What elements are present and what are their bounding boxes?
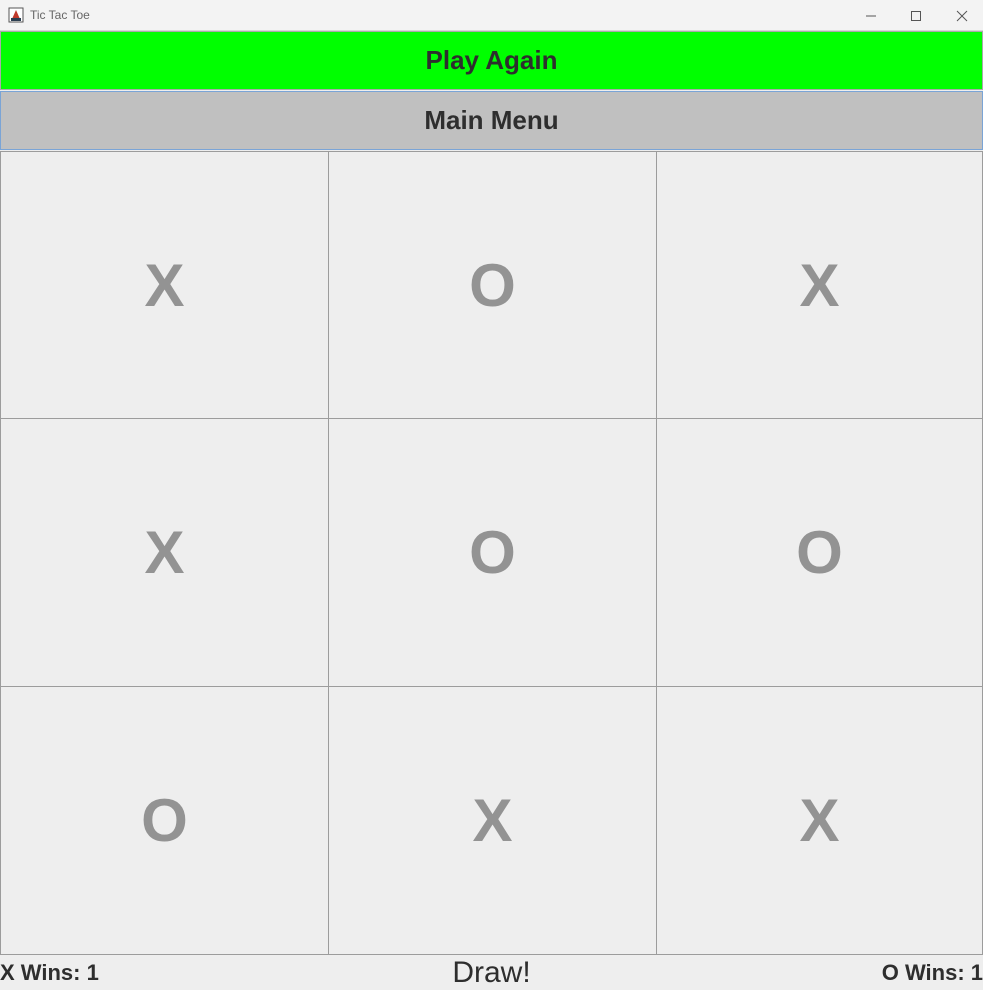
board-cell[interactable]: O: [328, 151, 657, 419]
board-cell[interactable]: X: [0, 418, 329, 687]
minimize-button[interactable]: [848, 0, 894, 31]
board-cell[interactable]: O: [0, 686, 329, 955]
status-bar: X Wins: 1 Draw! O Wins: 1: [0, 955, 983, 990]
title-bar: Tic Tac Toe: [0, 0, 983, 31]
board-cell[interactable]: X: [656, 686, 983, 955]
board-cell[interactable]: X: [0, 151, 329, 419]
maximize-icon: [911, 10, 921, 21]
java-app-icon: [8, 7, 24, 23]
o-wins-label: O Wins: 1: [881, 960, 983, 985]
board-cell[interactable]: X: [328, 686, 657, 955]
board-cell[interactable]: X: [656, 151, 983, 419]
main-menu-button[interactable]: Main Menu: [0, 91, 983, 150]
maximize-button[interactable]: [893, 0, 939, 31]
board-cell[interactable]: O: [656, 418, 983, 687]
play-again-button[interactable]: Play Again: [0, 31, 983, 90]
close-icon: [956, 10, 968, 21]
window-title: Tic Tac Toe: [30, 8, 90, 22]
game-board: X O X X O O O X X: [0, 151, 983, 955]
app-window: Tic Tac Toe Play Again Main Menu X O X X…: [0, 0, 983, 990]
close-button[interactable]: [939, 0, 983, 31]
game-result-label: Draw!: [452, 956, 531, 989]
board-cell[interactable]: O: [328, 418, 657, 687]
minimize-icon: [866, 15, 876, 16]
